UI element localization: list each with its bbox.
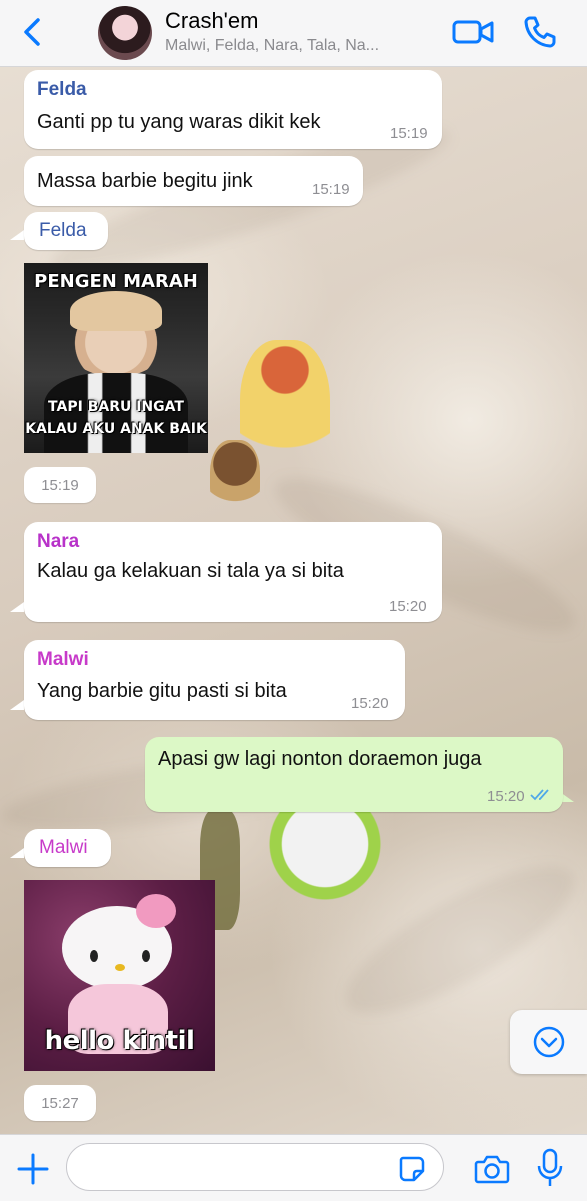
message-text: Yang barbie gitu pasti si bita: [37, 680, 287, 702]
bubble-tail: [10, 602, 24, 612]
sticker-caption: hello kintil: [44, 1026, 195, 1056]
kitty-eye: [142, 950, 150, 962]
person-hair: [70, 291, 162, 331]
chat-members[interactable]: Malwi, Felda, Nara, Tala, Na...: [165, 37, 435, 55]
message-text: Ganti pp tu yang waras dikit kek: [37, 111, 321, 133]
sender-tag[interactable]: Felda: [24, 212, 108, 250]
meme-caption-bottom: TAPI BARU INGAT: [48, 399, 184, 415]
message-bubble[interactable]: Felda Ganti pp tu yang waras dikit kek 1…: [24, 70, 442, 149]
phone-icon[interactable]: [522, 14, 558, 50]
chevron-down-circle-icon: [533, 1026, 565, 1058]
kitty-nose: [115, 964, 125, 971]
message-time: 15:20: [389, 598, 427, 615]
message-input-bar: [0, 1134, 587, 1201]
sender-name: Felda: [37, 79, 87, 100]
message-text: Kalau ga kelakuan si tala ya si bita: [37, 560, 344, 582]
message-time: 15:20: [351, 695, 389, 712]
kitty-bow: [136, 894, 176, 928]
meme-caption-bottom: KALAU AKU ANAK BAIK: [25, 421, 207, 437]
plus-icon[interactable]: [16, 1152, 50, 1186]
sender-name: Malwi: [39, 837, 88, 858]
message-bubble-outgoing[interactable]: Apasi gw lagi nonton doraemon juga 15:20: [145, 737, 563, 812]
message-text: Massa barbie begitu jink: [37, 170, 253, 192]
sender-name: Felda: [39, 220, 87, 241]
read-ticks-icon: [530, 789, 549, 801]
sender-name: Nara: [37, 531, 80, 552]
scroll-to-bottom-button[interactable]: [510, 1010, 587, 1074]
message-time: 15:19: [312, 181, 350, 198]
message-bubble[interactable]: Nara Kalau ga kelakuan si tala ya si bit…: [24, 522, 442, 622]
message-time: 15:20: [487, 788, 525, 805]
sender-tag[interactable]: Malwi: [24, 829, 111, 867]
microphone-icon[interactable]: [537, 1148, 563, 1188]
message-time: 15:19: [390, 125, 428, 142]
message-bubble[interactable]: Malwi Yang barbie gitu pasti si bita 15:…: [24, 640, 405, 720]
chat-title[interactable]: Crash'em: [165, 8, 258, 34]
kitty-eye: [90, 950, 98, 962]
meme-caption-top: PENGEN MARAH: [34, 271, 198, 292]
message-text: Apasi gw lagi nonton doraemon juga: [158, 748, 482, 770]
sticker-image[interactable]: hello kintil: [24, 880, 215, 1071]
chat-header: Crash'em Malwi, Felda, Nara, Tala, Na...: [0, 0, 587, 67]
video-camera-icon[interactable]: [452, 16, 494, 48]
message-input[interactable]: [66, 1143, 444, 1191]
image-time: 15:27: [24, 1085, 96, 1121]
bubble-tail: [10, 230, 24, 240]
camera-icon[interactable]: [474, 1153, 510, 1185]
sticker-icon[interactable]: [398, 1155, 426, 1183]
message-bubble[interactable]: Massa barbie begitu jink 15:19: [24, 156, 363, 206]
bubble-tail: [10, 700, 24, 710]
sender-name: Malwi: [37, 649, 89, 670]
image-time: 15:19: [24, 467, 96, 503]
bubble-tail: [10, 848, 24, 858]
meme-image[interactable]: PENGEN MARAH TAPI BARU INGAT KALAU AKU A…: [24, 263, 208, 453]
back-chevron-icon[interactable]: [18, 14, 48, 50]
group-avatar[interactable]: [98, 6, 152, 60]
